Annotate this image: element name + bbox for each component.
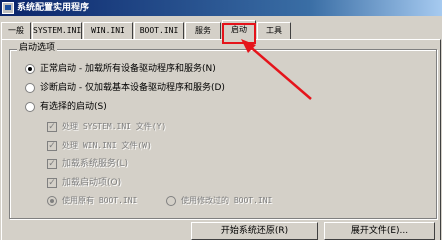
- annotation-arrow: [241, 39, 312, 100]
